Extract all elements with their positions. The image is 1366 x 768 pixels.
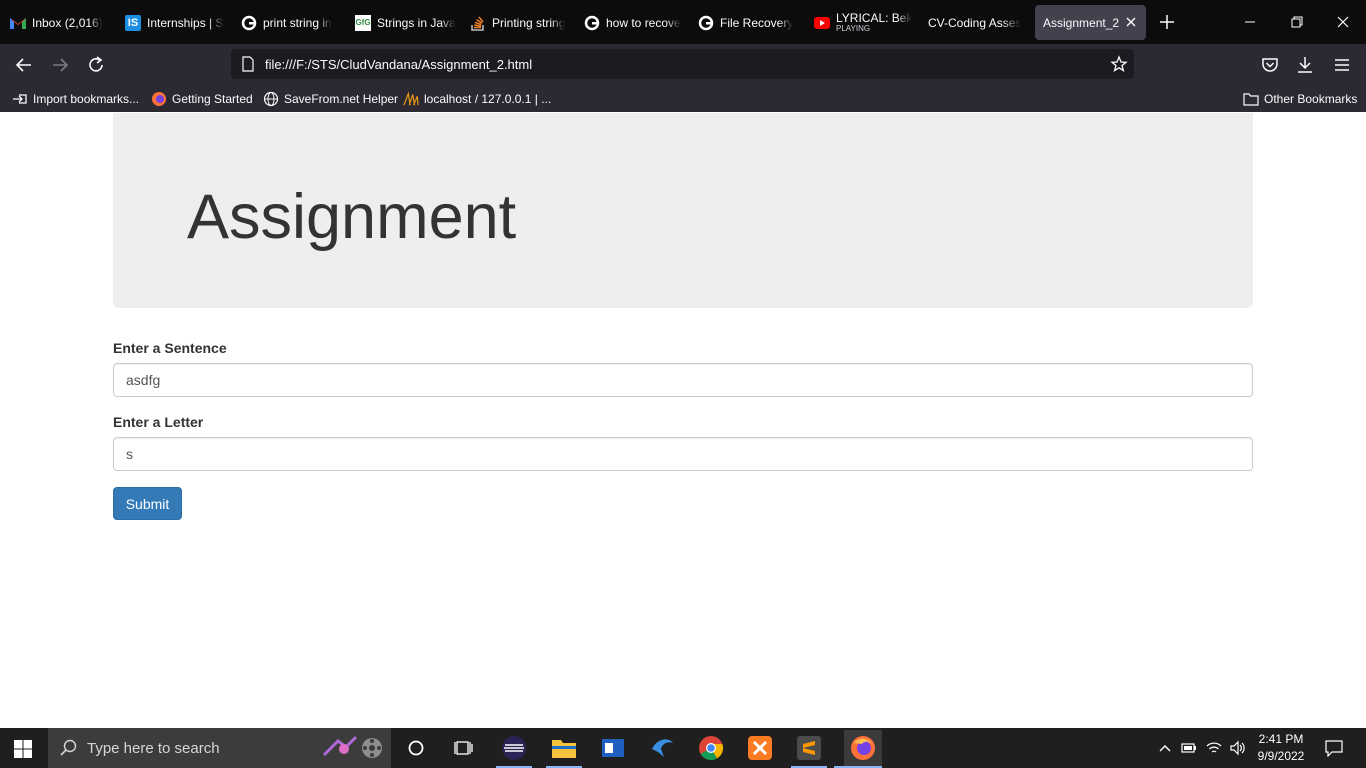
menu-icon[interactable] bbox=[1331, 54, 1353, 76]
bookmark-label: Import bookmarks... bbox=[33, 92, 140, 106]
page-title: Assignment bbox=[187, 182, 517, 252]
tab-label: Internships | S bbox=[147, 15, 224, 30]
youtube-icon bbox=[814, 15, 830, 31]
tab-printing-string[interactable]: Printing string bbox=[460, 5, 572, 40]
tab-cv-coding[interactable]: CV-Coding Asses bbox=[918, 5, 1030, 40]
bookmark-import[interactable]: Import bookmarks... bbox=[12, 90, 139, 108]
bookmark-savefrom[interactable]: SaveFrom.net Helper bbox=[263, 90, 398, 108]
bookmark-label: Other Bookmarks bbox=[1264, 92, 1358, 106]
downloads-icon[interactable] bbox=[1294, 54, 1316, 76]
sublime-text-icon[interactable] bbox=[795, 734, 823, 762]
tab-label: how to recove bbox=[606, 15, 681, 30]
cortana-icon[interactable] bbox=[402, 734, 430, 762]
bookmark-label: localhost / 127.0.0.1 | ... bbox=[424, 92, 552, 106]
tab-assignment-active[interactable]: Assignment_2 bbox=[1035, 5, 1146, 40]
folder-icon bbox=[1243, 91, 1259, 107]
tab-print-string[interactable]: print string in bbox=[231, 5, 345, 40]
google-icon bbox=[584, 15, 600, 31]
bookmark-getting-started[interactable]: Getting Started bbox=[151, 90, 253, 108]
reload-icon[interactable] bbox=[85, 54, 107, 76]
search-placeholder: Type here to search bbox=[87, 740, 220, 757]
tab-internships[interactable]: IS Internships | S bbox=[115, 5, 228, 40]
letter-input[interactable] bbox=[113, 437, 1253, 471]
bookmark-star-icon[interactable] bbox=[1110, 55, 1128, 73]
internshala-icon: IS bbox=[125, 14, 141, 31]
gmail-icon bbox=[10, 15, 26, 31]
wifi-icon[interactable] bbox=[1206, 740, 1222, 756]
tab-label: LYRICAL: Bek bbox=[836, 11, 913, 24]
sentence-label: Enter a Sentence bbox=[113, 340, 227, 356]
jumbotron: Assignment bbox=[113, 113, 1253, 308]
search-highlight-icon bbox=[320, 733, 384, 768]
back-icon[interactable] bbox=[13, 54, 35, 76]
tab-label: Printing string bbox=[492, 15, 566, 30]
tab-strings-java[interactable]: GfG Strings in Java bbox=[345, 5, 457, 40]
tab-label: File Recovery bbox=[720, 15, 794, 30]
app-window-icon[interactable] bbox=[599, 734, 627, 762]
tab-label: Inbox (2,016) bbox=[32, 15, 103, 30]
pocket-icon[interactable] bbox=[1259, 54, 1281, 76]
taskbar-clock[interactable]: 2:41 PM 9/9/2022 bbox=[1256, 731, 1306, 765]
page-icon bbox=[240, 56, 256, 72]
firefox-taskbar-icon[interactable] bbox=[844, 730, 882, 766]
battery-icon[interactable] bbox=[1181, 740, 1197, 756]
task-view-icon[interactable] bbox=[450, 734, 478, 762]
notifications-icon[interactable] bbox=[1325, 739, 1343, 758]
site-icon: GfG bbox=[355, 14, 371, 31]
stackoverflow-icon bbox=[470, 15, 486, 31]
tab-file-recovery[interactable]: File Recovery bbox=[688, 5, 802, 40]
other-bookmarks[interactable]: Other Bookmarks bbox=[1243, 90, 1357, 108]
eclipse-icon[interactable] bbox=[500, 734, 528, 762]
bookmark-label: Getting Started bbox=[172, 92, 253, 106]
tab-label: Strings in Java bbox=[377, 15, 456, 30]
file-explorer-icon[interactable] bbox=[550, 734, 578, 762]
tab-lyrical[interactable]: LYRICAL: Bek PLAYING bbox=[804, 5, 916, 40]
letter-label: Enter a Letter bbox=[113, 414, 204, 430]
google-icon bbox=[241, 15, 257, 31]
phpmyadmin-icon bbox=[403, 91, 419, 107]
tab-strip: Inbox (2,016) IS Internships | S print s… bbox=[0, 0, 1366, 44]
bookmark-label: SaveFrom.net Helper bbox=[284, 92, 399, 106]
search-icon bbox=[60, 739, 78, 762]
tab-how-to-recover[interactable]: how to recove bbox=[574, 5, 686, 40]
tab-playing-label: PLAYING bbox=[836, 23, 871, 33]
chrome-icon[interactable] bbox=[697, 734, 725, 762]
clock-date: 9/9/2022 bbox=[1257, 749, 1305, 763]
submit-button[interactable]: Submit bbox=[113, 487, 182, 520]
chevron-up-icon[interactable] bbox=[1157, 740, 1173, 756]
taskbar-search[interactable]: Type here to search bbox=[48, 728, 391, 768]
tab-label: Assignment_2 bbox=[1043, 15, 1120, 30]
tab-inbox[interactable]: Inbox (2,016) bbox=[0, 5, 112, 40]
minimize-icon[interactable] bbox=[1240, 12, 1260, 32]
windows-start-icon[interactable] bbox=[14, 740, 32, 758]
tab-label: print string in bbox=[263, 15, 332, 30]
close-tab-icon[interactable] bbox=[1124, 15, 1138, 29]
volume-icon[interactable] bbox=[1229, 740, 1245, 756]
forward-icon[interactable] bbox=[49, 54, 71, 76]
firefox-icon bbox=[151, 91, 167, 107]
clock-time: 2:41 PM bbox=[1258, 732, 1304, 746]
url-text[interactable]: file:///F:/STS/CludVandana/Assignment_2.… bbox=[265, 57, 532, 72]
tab-label: CV-Coding Asses bbox=[928, 15, 1022, 30]
sentence-input[interactable] bbox=[113, 363, 1253, 397]
restore-icon[interactable] bbox=[1287, 12, 1307, 32]
close-window-icon[interactable] bbox=[1333, 12, 1353, 32]
google-icon bbox=[698, 15, 714, 31]
dolphin-icon[interactable] bbox=[648, 734, 676, 762]
xampp-icon[interactable] bbox=[746, 734, 774, 762]
import-icon bbox=[12, 91, 28, 107]
new-tab-icon[interactable] bbox=[1157, 12, 1177, 32]
globe-icon bbox=[263, 91, 279, 107]
bookmark-localhost[interactable]: localhost / 127.0.0.1 | ... bbox=[403, 90, 551, 108]
